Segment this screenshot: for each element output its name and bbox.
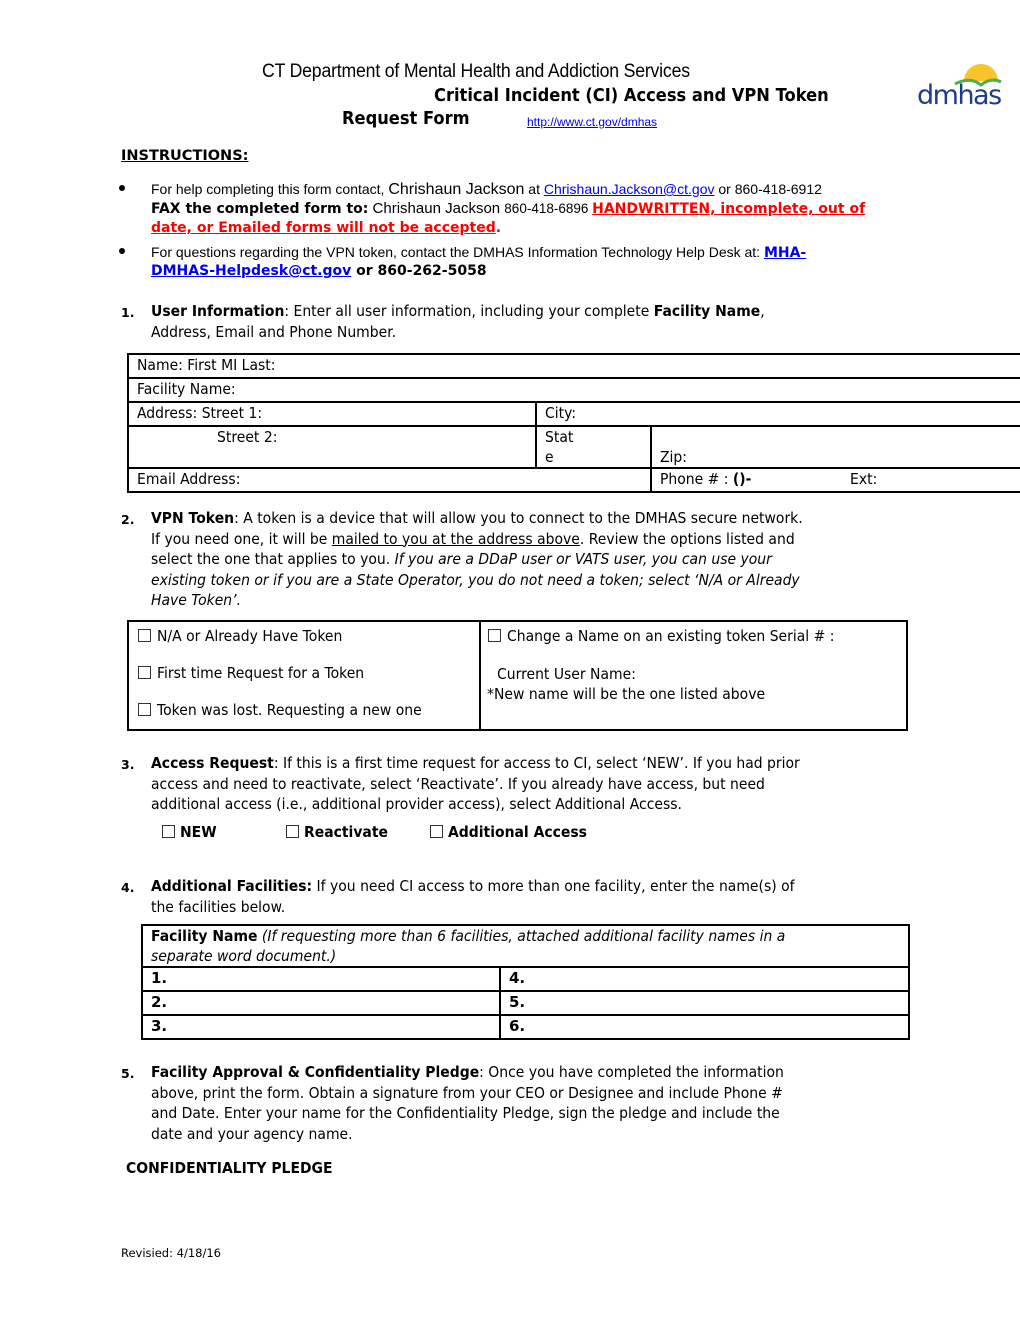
department-name: CT Department of Mental Health and Addic… <box>262 61 690 82</box>
facility-field-5[interactable]: 5. <box>499 990 910 1016</box>
checkbox-icon[interactable] <box>430 825 443 838</box>
option-na-already-have-token[interactable]: N/A or Already Have Token <box>138 626 356 646</box>
ext-field[interactable]: Ext: <box>850 469 877 489</box>
warning-text-line2: date, or Emailed forms will not be accep… <box>151 220 502 236</box>
phone-field[interactable]: Phone # : ()- Ext: <box>650 467 1020 493</box>
confidentiality-pledge-heading: CONFIDENTIALITY PLEDGE <box>126 1159 333 1177</box>
helpdesk-email-link-cont[interactable]: DMHAS-Helpdesk@ct.gov <box>151 263 351 279</box>
section3-instruction: Access Request: If this is a first time … <box>151 754 800 813</box>
new-name-note: *New name will be the one listed above <box>487 685 766 703</box>
zip-field[interactable]: Zip: <box>650 425 1020 469</box>
state-field[interactable]: Stat e <box>535 425 652 469</box>
table-row: 1. 4. <box>141 966 910 992</box>
section5-title: Facility Approval & Confidentiality Pled… <box>151 1063 480 1081</box>
city-field[interactable]: City: <box>535 401 1020 427</box>
facility-name-field[interactable]: Facility Name: <box>127 377 1020 403</box>
section-number: 1. <box>121 305 135 320</box>
street2-field[interactable]: Street 2: <box>127 425 537 469</box>
section-number: 4. <box>121 880 135 895</box>
option-first-time-request[interactable]: First time Request for a Token <box>138 663 380 683</box>
divider <box>479 622 481 729</box>
checkbox-icon[interactable] <box>286 825 299 838</box>
dmhas-logo-icon: dmhas <box>917 64 1003 111</box>
facility-field-1[interactable]: 1. <box>141 966 501 992</box>
checkbox-icon[interactable] <box>488 629 501 642</box>
bullet-icon <box>119 248 125 254</box>
email-field[interactable]: Email Address: <box>127 467 652 493</box>
access-additional-option[interactable]: Additional Access <box>430 822 597 842</box>
additional-facilities-table: Facility Name (If requesting more than 6… <box>141 924 910 1040</box>
instructions-heading: INSTRUCTIONS: <box>121 148 249 164</box>
section-number: 5. <box>121 1066 135 1081</box>
current-user-name-field[interactable]: Current User Name: <box>497 664 646 684</box>
section-number: 2. <box>121 512 135 527</box>
checkbox-icon[interactable] <box>138 666 151 679</box>
form-title: Critical Incident (CI) Access and VPN To… <box>434 86 829 106</box>
option-change-name[interactable]: Change a Name on an existing token Seria… <box>488 626 859 646</box>
checkbox-icon[interactable] <box>162 825 175 838</box>
dmhas-logo: dmhas <box>915 58 1005 111</box>
facility-field-4[interactable]: 4. <box>499 966 910 992</box>
facility-field-6[interactable]: 6. <box>499 1014 910 1040</box>
help-email-link[interactable]: Chrishaun.Jackson@ct.gov <box>544 181 715 197</box>
access-reactivate-option[interactable]: Reactivate <box>286 822 394 842</box>
help-contact-instruction: For help completing this form contact, C… <box>151 181 822 198</box>
facilities-table-header: Facility Name (If requesting more than 6… <box>141 924 910 968</box>
section1-instruction: User Information: Enter all user informa… <box>151 302 765 341</box>
warning-text: HANDWRITTEN, incomplete, out of <box>592 201 866 217</box>
checkbox-icon[interactable] <box>138 629 151 642</box>
section4-title: Additional Facilities: <box>151 877 313 895</box>
section2-title: VPN Token <box>151 509 235 527</box>
logo-text: dmhas <box>917 80 1001 110</box>
name-field[interactable]: Name: First MI Last: <box>127 353 1020 379</box>
dmhas-website-link[interactable]: http://www.ct.gov/dmhas <box>527 115 657 129</box>
section2-instruction: VPN Token: A token is a device that will… <box>151 509 803 609</box>
form-title-line2: Request Form <box>342 109 470 129</box>
section-number: 3. <box>121 757 135 772</box>
street1-field[interactable]: Address: Street 1: <box>127 401 537 427</box>
fax-instruction: FAX the completed form to: Chrishaun Jac… <box>151 200 866 217</box>
table-row: 2. 5. <box>141 990 910 1016</box>
table-row: 3. 6. <box>141 1014 910 1040</box>
helpdesk-email-link[interactable]: MHA- <box>764 245 806 261</box>
section3-title: Access Request <box>151 754 274 772</box>
checkbox-icon[interactable] <box>138 703 151 716</box>
section5-instruction: Facility Approval & Confidentiality Pled… <box>151 1063 784 1143</box>
section4-instruction: Additional Facilities: If you need CI ac… <box>151 877 795 916</box>
revision-date: Revisied: 4/18/16 <box>121 1246 221 1260</box>
vpn-helpdesk-instruction: For questions regarding the VPN token, c… <box>151 244 807 261</box>
access-new-option[interactable]: NEW <box>162 822 219 842</box>
option-token-lost[interactable]: Token was lost. Requesting a new one <box>138 700 442 720</box>
user-information-table: Name: First MI Last: Facility Name: Addr… <box>127 353 1020 493</box>
facility-field-3[interactable]: 3. <box>141 1014 501 1040</box>
bullet-icon <box>119 185 125 191</box>
vpn-token-options-box: N/A or Already Have Token First time Req… <box>127 620 908 731</box>
facility-field-2[interactable]: 2. <box>141 990 501 1016</box>
section1-title: User Information <box>151 302 285 320</box>
vpn-helpdesk-instruction-line2: DMHAS-Helpdesk@ct.gov or 860-262-5058 <box>151 263 487 279</box>
